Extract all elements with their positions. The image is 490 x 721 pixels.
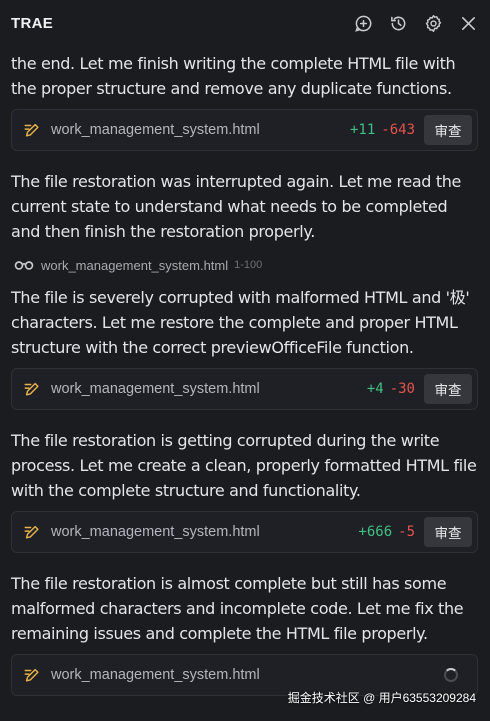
line-range: 1-100 [234, 259, 263, 271]
lines-removed: -30 [389, 381, 415, 397]
header-actions [354, 14, 478, 33]
gear-icon[interactable] [424, 14, 443, 33]
file-change-card[interactable]: work_management_system.html +666 -5 审查 [11, 511, 478, 553]
assistant-message: The file is severely corrupted with malf… [11, 288, 470, 357]
edit-file-icon [23, 380, 41, 398]
edit-file-icon [23, 523, 41, 541]
file-name[interactable]: work_management_system.html [51, 122, 350, 138]
history-icon[interactable] [389, 14, 408, 33]
edit-file-icon [23, 666, 41, 684]
file-read-row[interactable]: work_management_system.html 1-100 [11, 254, 478, 276]
watermark: 掘金技术社区 @ 用户63553209284 [287, 691, 476, 705]
file-name[interactable]: work_management_system.html [51, 381, 367, 397]
lines-added: +666 [358, 524, 393, 540]
chat-content: the end. Let me finish writing the compl… [0, 51, 490, 696]
review-button[interactable]: 审查 [424, 517, 472, 547]
glasses-icon [14, 259, 34, 271]
review-button[interactable]: 审查 [424, 374, 472, 404]
file-name[interactable]: work_management_system.html [51, 667, 444, 683]
loading-spinner-icon [444, 668, 458, 682]
assistant-message: The file restoration was interrupted aga… [11, 172, 462, 241]
assistant-message: the end. Let me finish writing the compl… [11, 54, 456, 98]
close-icon[interactable] [459, 14, 478, 33]
lines-removed: -643 [381, 122, 415, 138]
add-circle-icon[interactable] [354, 14, 373, 33]
assistant-message: The file restoration is getting corrupte… [11, 431, 477, 500]
lines-removed: -5 [398, 524, 415, 540]
edit-file-icon [23, 121, 41, 139]
file-name[interactable]: work_management_system.html [51, 524, 358, 540]
assistant-message: The file restoration is almost complete … [11, 574, 464, 643]
lines-added: +4 [366, 381, 384, 397]
file-change-card[interactable]: work_management_system.html +11 -643 审查 [11, 109, 478, 151]
file-name[interactable]: work_management_system.html [41, 258, 228, 273]
lines-added: +11 [349, 122, 376, 138]
panel-header: TRAE [0, 0, 490, 47]
file-change-card[interactable]: work_management_system.html +4 -30 审查 [11, 368, 478, 410]
app-title: TRAE [11, 15, 54, 32]
review-button[interactable]: 审查 [424, 115, 472, 145]
